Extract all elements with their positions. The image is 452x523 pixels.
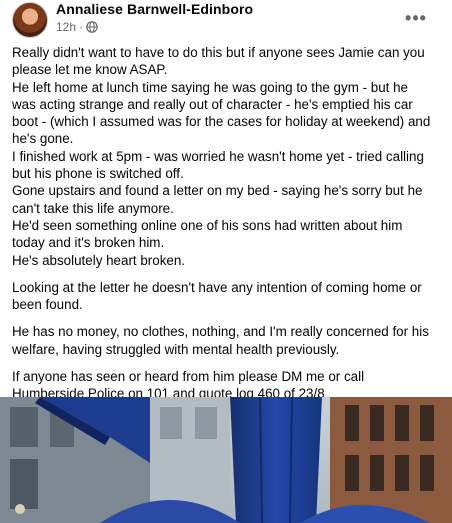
post-text-line: If anyone has seen or heard from him ple… [12,369,365,385]
avatar[interactable] [12,2,48,38]
street-photo-image [0,397,452,523]
post-text-line: He has no money, no clothes, nothing, an… [12,324,429,340]
author-name[interactable]: Annaliese Barnwell-Edinboro [56,1,253,17]
post-text-line: today and it's broken him. [12,235,165,251]
post-body: Really didn't want to have to do this bu… [12,44,444,413]
post-text-line: can't take this life anymore. [12,200,174,216]
post-text-line: Gone upstairs and found a letter on my b… [12,183,423,199]
globe-icon [86,21,98,33]
post-text-line: please let me know ASAP. [12,62,168,78]
post-text-line: He'd seen something online one of his so… [12,217,403,233]
post-timestamp[interactable]: 12h [56,20,76,34]
meta-separator: · [79,20,84,34]
post-text-line: he's gone. [12,131,74,147]
post-text-line: Really didn't want to have to do this bu… [12,45,425,60]
post-paragraph: Really didn't want to have to do this bu… [12,44,444,269]
post-meta: 12h · [56,20,98,34]
more-options-button[interactable]: ••• [400,6,432,30]
post-text-line: but his phone is switched off. [12,166,184,182]
post-text-line: I finished work at 5pm - was worried he … [12,148,424,164]
post-header: Annaliese Barnwell-Edinboro 12h · ••• [0,0,452,40]
post-paragraph: He has no money, no clothes, nothing, an… [12,323,444,358]
post-photo[interactable] [0,397,452,523]
facebook-post: Annaliese Barnwell-Edinboro 12h · ••• Re… [0,0,452,523]
post-text-line: been found. [12,297,83,313]
post-text-line: welfare, having struggled with mental he… [12,341,340,357]
post-text-line: was acting strange and really out of cha… [12,96,413,112]
post-text-line: Looking at the letter he doesn't have an… [12,279,422,295]
post-text-line: He left home at lunch time saying he was… [12,79,408,95]
post-text-line: He's absolutely heart broken. [12,252,186,268]
post-paragraph: Looking at the letter he doesn't have an… [12,279,444,314]
post-text-line: boot - (which I assumed was for the case… [12,114,431,130]
